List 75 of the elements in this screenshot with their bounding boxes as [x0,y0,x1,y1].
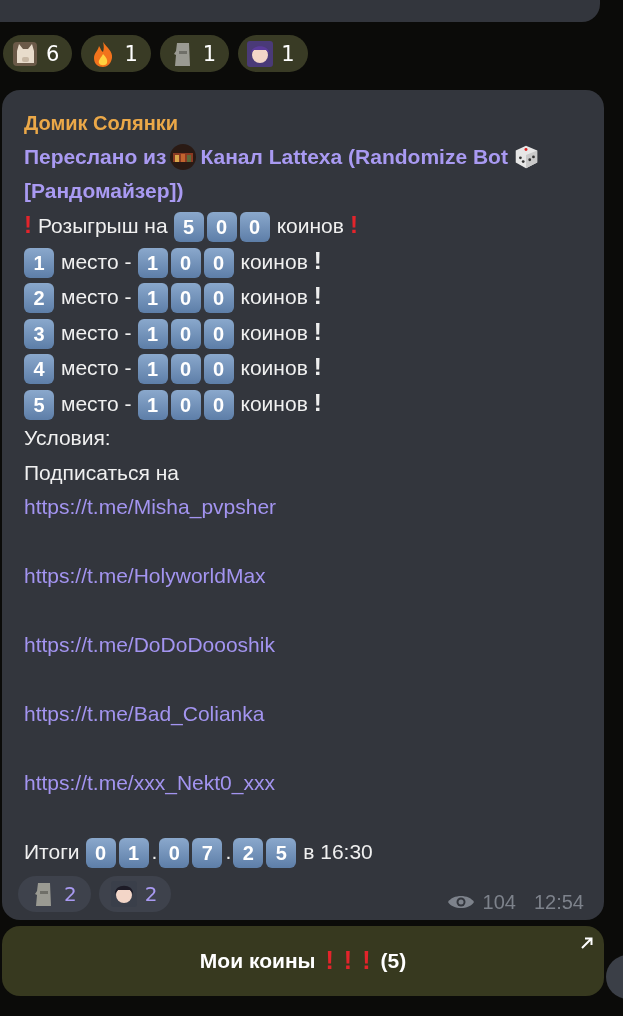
keycap-digit: 5 [266,838,297,869]
keycap-digit: 0 [170,318,201,349]
keycap-digit: 1 [137,247,168,278]
exclamation-mark: ! [313,246,322,274]
message-text: место - [61,391,132,415]
exclamation-mark: ! [24,211,32,238]
view-count: 104 [482,890,516,914]
keycap-digit: 1 [137,318,168,349]
keycap-digit: 1 [118,838,149,869]
keycap-digit: 0 [203,247,234,278]
message-text: коинов [240,391,308,415]
message-text: коинов [240,249,308,273]
link[interactable]: https://t.me/xxx_Nekt0_xxx [24,766,275,801]
message-text: Подписаться на [24,460,179,484]
message-time: 12:54 [533,890,584,914]
message-text: . [151,840,158,863]
keycap-digit: 5 [24,389,54,420]
keycap-digit: 7 [192,838,223,869]
keycap-digit: 0 [203,354,234,385]
eye-icon [446,893,475,911]
message-text: место - [61,249,132,273]
reaction-chip[interactable]: 2 [98,875,172,912]
forward-label: Переслано из [24,145,167,168]
keycap-digit: 0 [203,318,234,349]
reaction-chip[interactable]: 1 [81,35,151,72]
keycap-digit: 1 [137,354,168,385]
exclamation-mark: ! [313,388,322,416]
keycap-digit: 0 [203,283,234,314]
message-text: в 16:30 [303,840,373,863]
keycap-digit: 4 [24,354,54,385]
keycap-digit: 0 [203,389,234,420]
keycap-digit: 2 [24,283,54,314]
link[interactable]: https://t.me/Misha_pvpsher [24,490,277,525]
message-text: Условия: [24,426,111,449]
reaction-chip[interactable]: 6 [3,35,73,72]
keycap-digit: 0 [170,283,201,314]
keycap-digit: 3 [24,318,54,349]
keycap-digit: 0 [239,212,270,243]
message-text: место - [61,320,132,344]
figure-icon [245,38,276,69]
message-text: . [225,840,232,863]
keycap-digit: 1 [137,389,168,420]
message-text: коинов [240,356,308,379]
keycap-digit: 1 [24,247,54,278]
arrow-icon [580,935,594,950]
keycap-digit: 1 [137,283,168,314]
reaction-chip[interactable]: 1 [159,35,230,72]
channel-link[interactable]: [Рандомайзер]) [24,179,184,202]
keycap-digit: 0 [170,389,201,420]
message-text: коинов [240,320,308,344]
exclamation-mark: ! [313,282,322,309]
sender-name: Домик Солянки [24,111,180,136]
keycap-digit: 0 [170,354,201,385]
link[interactable]: https://t.me/HolyworldMax [24,559,266,594]
exclamation-mark: ! [313,317,322,345]
inline-button[interactable]: Мои коины ! ! ! (5) [2,925,604,996]
message-text: коинов [240,285,308,308]
message-text: Розыгрыш на [38,214,168,237]
link[interactable]: https://t.me/DoDoDoooshik [24,628,275,663]
link[interactable]: https://t.me/Bad_Colianka [24,697,265,732]
keycap-digit: 0 [206,212,237,243]
message-text: коинов [276,214,344,237]
message-text: Итоги [24,840,80,863]
reaction-chip[interactable]: 1 [238,35,308,72]
reaction-chip[interactable]: 2 [18,875,91,912]
channel-link[interactable]: Канал Lattexa (Randomize Bot [200,145,508,168]
exclamation-mark: ! [349,211,358,238]
keycap-digit: 0 [170,247,201,278]
keycap-digit: 2 [233,838,264,869]
message-text: место - [61,285,132,308]
exclamation-mark: ! [313,353,322,380]
keycap-digit: 0 [159,838,190,869]
keycap-digit: 0 [85,838,116,869]
message-text: место - [61,356,132,379]
keycap-digit: 5 [173,212,204,243]
